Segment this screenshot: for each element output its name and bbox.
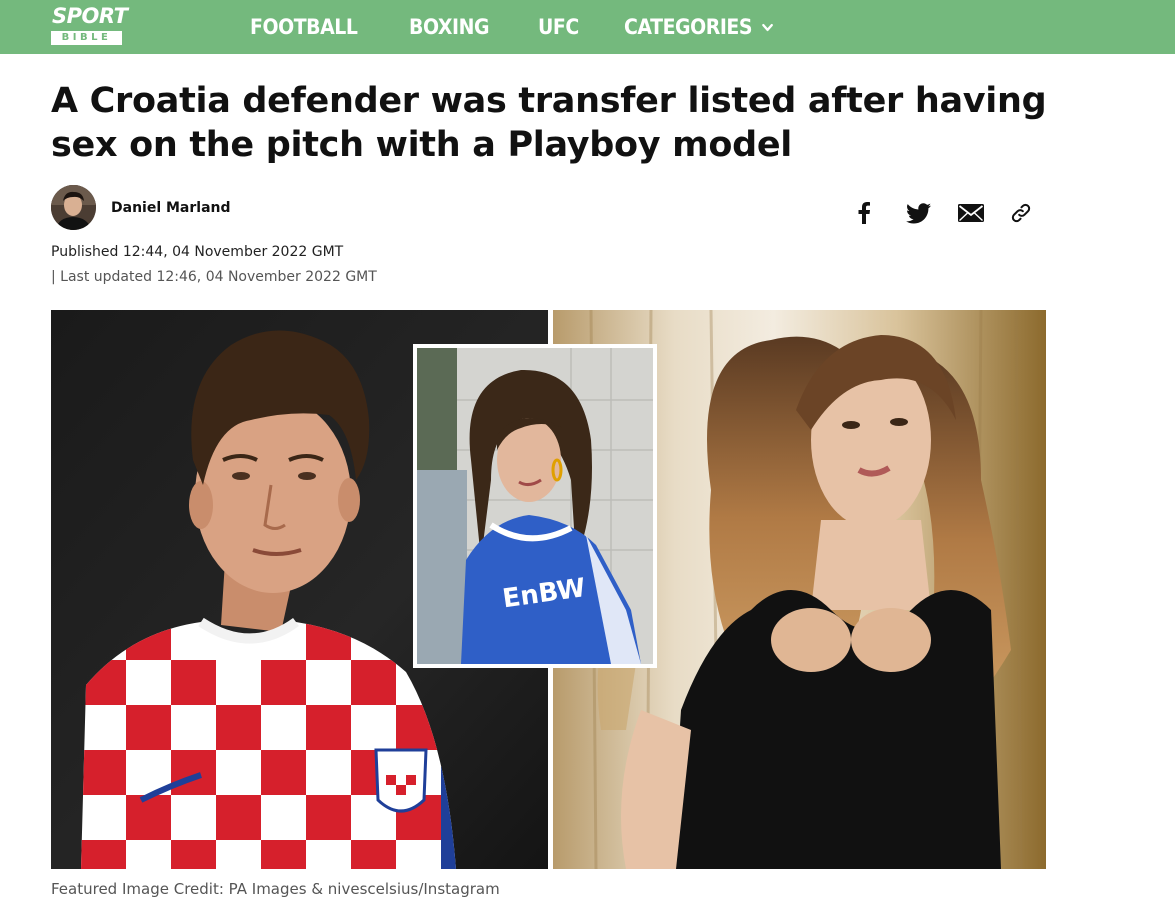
main-nav: FOOTBALL BOXING UFC CATEGORIES	[250, 0, 791, 54]
last-updated-date: | Last updated 12:46, 04 November 2022 G…	[51, 269, 377, 285]
twitter-icon	[905, 202, 931, 223]
author-name[interactable]: Daniel Marland	[111, 200, 231, 216]
copy-link-button[interactable]	[1008, 200, 1034, 226]
featured-image[interactable]: EnBW	[51, 310, 1046, 869]
featured-image-graphic: EnBW	[51, 310, 1046, 869]
nav-football[interactable]: FOOTBALL	[250, 15, 358, 39]
published-date: Published 12:44, 04 November 2022 GMT	[51, 244, 344, 260]
nav-boxing[interactable]: BOXING	[409, 15, 489, 39]
twitter-share-button[interactable]	[905, 200, 931, 226]
facebook-icon	[858, 202, 870, 224]
chevron-down-icon	[762, 23, 773, 31]
site-header: SPORT BIBLE FOOTBALL BOXING UFC CATEGORI…	[0, 0, 1175, 54]
avatar-image	[51, 185, 96, 230]
nav-categories-label: CATEGORIES	[623, 15, 752, 39]
logo-sport-text: SPORT	[52, 4, 128, 28]
link-icon	[1011, 203, 1031, 223]
article-title: A Croatia defender was transfer listed a…	[51, 81, 1047, 165]
nav-ufc[interactable]: UFC	[538, 15, 579, 39]
logo-bible-text: BIBLE	[51, 31, 122, 45]
facebook-share-button[interactable]	[851, 200, 877, 226]
image-caption: Featured Image Credit: PA Images & nives…	[51, 880, 500, 897]
email-share-button[interactable]	[958, 200, 984, 226]
author-avatar[interactable]	[51, 185, 96, 230]
email-icon	[958, 204, 984, 222]
nav-categories[interactable]: CATEGORIES	[624, 15, 775, 39]
sportbible-logo[interactable]: SPORT BIBLE	[50, 4, 128, 46]
